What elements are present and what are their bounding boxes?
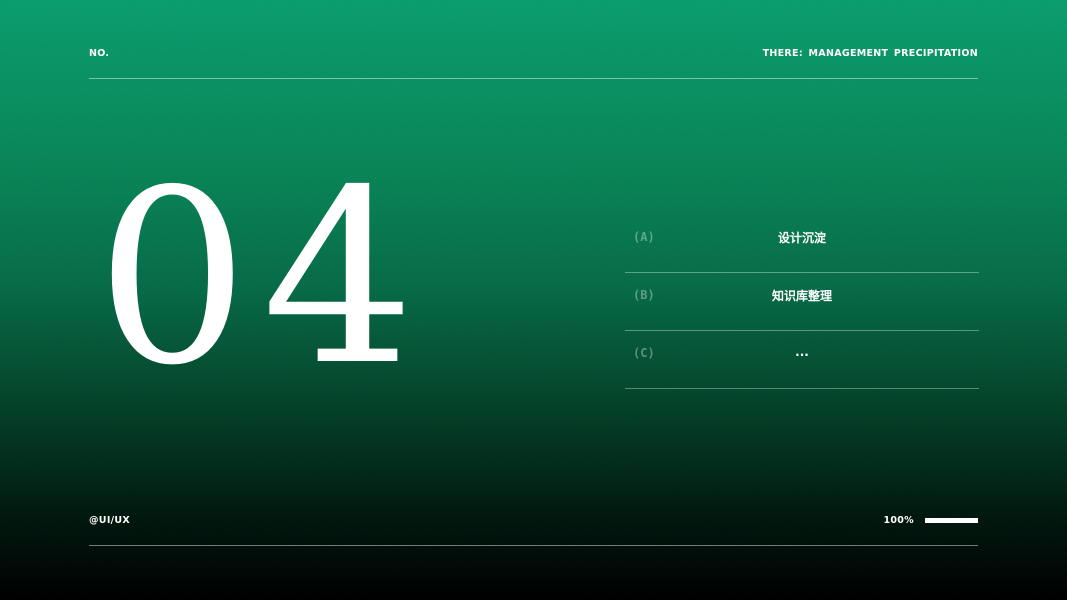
list-item-label: 设计沉淀 [777,231,826,245]
section-number-first-digit: 0 [96,138,249,418]
list-item-label: ... [795,345,809,359]
progress-bar [925,518,978,523]
list-item[interactable]: (C) ... [625,331,979,389]
topic-list: (A) 设计沉淀 (B) 知识库整理 (C) ... [625,215,979,389]
footer-tag-label: @UI/UX [89,515,131,526]
header-bar: NO. THERE: MANAGEMENT PRECIPITATION [89,48,978,62]
header-number-label: NO. [89,48,110,59]
list-item[interactable]: (B) 知识库整理 [625,273,979,331]
header-divider [89,78,978,79]
progress-bar-fill [925,518,978,523]
list-item-label: 知识库整理 [771,289,832,303]
section-number-second-digit: 4 [262,138,415,418]
footer-bar: @UI/UX 100% [89,515,978,529]
footer-divider [89,545,978,546]
progress-text: 100% [883,515,914,526]
list-item[interactable]: (A) 设计沉淀 [625,215,979,273]
header-section-title: THERE: MANAGEMENT PRECIPITATION [762,48,978,59]
